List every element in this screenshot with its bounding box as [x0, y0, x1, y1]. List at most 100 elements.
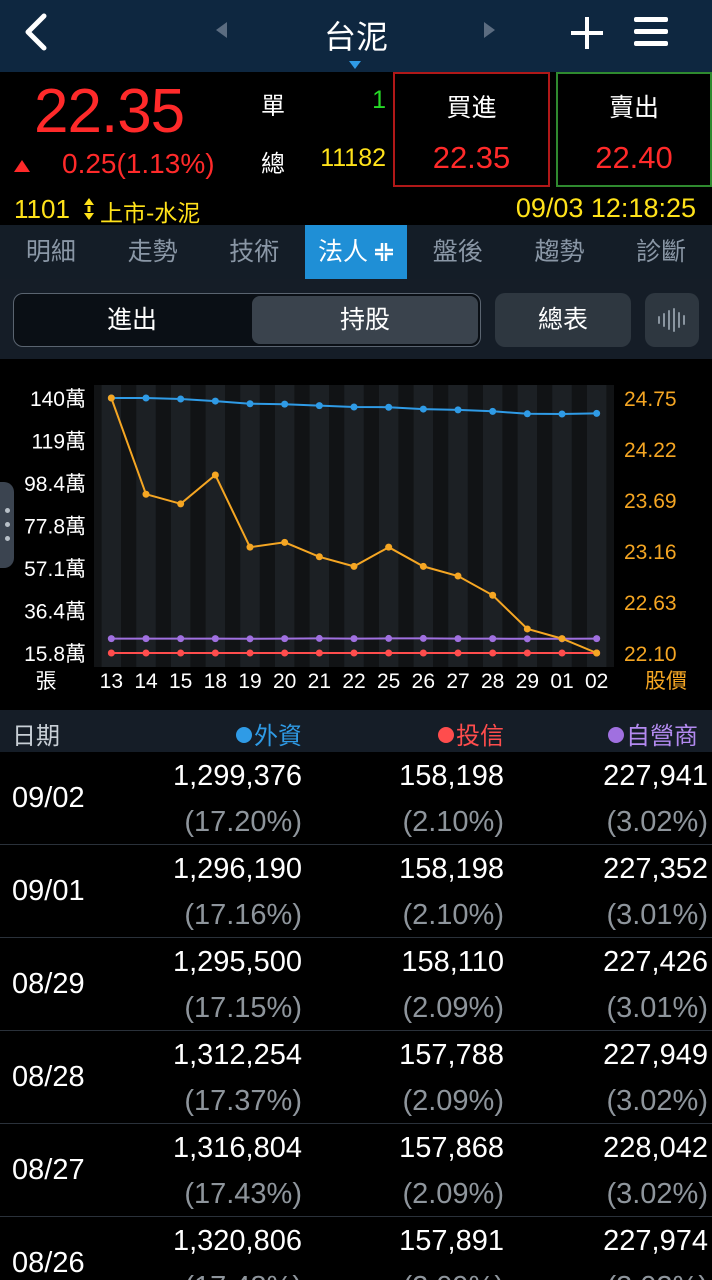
- header-foreign: 外資: [236, 716, 302, 751]
- foreign-data-point: [489, 407, 497, 415]
- title-dropdown-caret-icon[interactable]: [349, 61, 361, 69]
- foreign-shares: 1,320,806: [172, 1225, 302, 1257]
- trust-data-point: [177, 649, 185, 657]
- trust-data-point: [558, 649, 566, 657]
- right-axis-tick-label: 23.69: [624, 490, 677, 513]
- hamburger-menu-icon[interactable]: [632, 14, 670, 50]
- left-axis-tick-label: 77.8萬: [24, 516, 86, 539]
- dealer-data-point: [211, 635, 219, 643]
- buy-button[interactable]: 買進 22.35: [393, 72, 550, 187]
- price-data-point: [558, 635, 566, 643]
- holdings-chart-svg: 140萬 119萬 98.4萬 77.8萬 57.1萬 36.4萬 15.8萬張 24.75 2…: [24, 385, 687, 693]
- column-band: [552, 385, 572, 667]
- left-axis-tick-label: 57.1萬: [24, 558, 86, 581]
- total-volume-label: 總: [261, 150, 285, 178]
- header-dealer: 自營商: [608, 716, 698, 751]
- segment-holdings[interactable]: 持股: [252, 296, 478, 344]
- dealer-data-point: [523, 635, 531, 643]
- sell-button[interactable]: 賣出 22.40: [556, 72, 712, 187]
- summary-button[interactable]: 總表: [495, 293, 631, 347]
- back-chevron-icon[interactable]: [18, 10, 58, 54]
- next-stock-icon[interactable]: [484, 22, 495, 38]
- foreign-data-point: [350, 403, 358, 411]
- top-nav-bar: 台泥: [0, 0, 712, 72]
- price-data-point: [142, 490, 150, 498]
- table-row[interactable]: 09/01 1,296,190 (17.16%) 158,198 (2.10%)…: [0, 845, 712, 938]
- plus-icon[interactable]: [568, 14, 606, 52]
- price-data-point: [385, 543, 393, 551]
- dealer-pct: (3.02%): [606, 1178, 708, 1210]
- segment-in-out[interactable]: 進出: [16, 296, 248, 344]
- left-axis-tick-label: 119萬: [32, 431, 86, 454]
- tab-diagnosis[interactable]: 診斷: [610, 225, 712, 279]
- dealer-data-point: [142, 635, 150, 643]
- grid-icon[interactable]: [374, 242, 394, 262]
- table-row[interactable]: 09/02 1,299,376 (17.20%) 158,198 (2.10%)…: [0, 752, 712, 845]
- column-band: [517, 385, 538, 667]
- foreign-pct: (17.43%): [184, 1178, 302, 1210]
- prev-stock-icon[interactable]: [216, 22, 227, 38]
- side-drawer-handle[interactable]: [0, 482, 14, 568]
- column-band: [170, 385, 191, 667]
- trust-data-point: [142, 649, 150, 657]
- trust-pct: (2.09%): [402, 1085, 504, 1117]
- x-axis-tick-label: 19: [238, 670, 261, 693]
- trust-shares: 158,110: [401, 946, 504, 978]
- trust-data-point: [454, 649, 462, 657]
- tab-after-hours[interactable]: 盤後: [407, 225, 509, 279]
- left-axis-tick-label: 15.8萬: [24, 643, 86, 666]
- segment-bar: 進出 持股 總表: [0, 279, 712, 359]
- table-row[interactable]: 08/29 1,295,500 (17.15%) 158,110 (2.09%)…: [0, 938, 712, 1031]
- tab-institutional[interactable]: 法人: [305, 225, 407, 279]
- trust-data-point: [489, 649, 497, 657]
- total-volume-value: 11182: [320, 144, 386, 172]
- column-band: [136, 385, 156, 667]
- tab-technical[interactable]: 技術: [203, 225, 305, 279]
- table-row[interactable]: 08/26 1,320,806 (17.48%) 157,891 (2.09%)…: [0, 1217, 712, 1280]
- segmented-control: 進出 持股: [13, 293, 481, 347]
- row-date: 08/26: [12, 1247, 85, 1279]
- foreign-data-point: [419, 405, 427, 413]
- stock-title[interactable]: 台泥: [256, 12, 456, 58]
- bid-price: 22.35: [432, 140, 511, 175]
- column-band: [240, 385, 260, 667]
- column-band: [309, 385, 330, 667]
- foreign-data-point: [315, 402, 323, 410]
- trust-pct: (2.10%): [402, 806, 504, 838]
- price-data-point: [246, 543, 254, 551]
- table-header: 日期 外資 投信 自營商: [0, 710, 712, 752]
- market-category: 上市-水泥: [100, 201, 201, 227]
- table-row[interactable]: 08/28 1,312,254 (17.37%) 157,788 (2.09%)…: [0, 1031, 712, 1124]
- foreign-data-point: [523, 410, 531, 418]
- x-axis-tick-label: 15: [169, 670, 192, 693]
- tab-details[interactable]: 明細: [0, 225, 102, 279]
- dealer-data-point: [246, 635, 254, 643]
- trust-shares: 158,198: [399, 853, 504, 885]
- column-band: [205, 385, 226, 667]
- waveform-icon[interactable]: [645, 293, 699, 347]
- row-date: 09/02: [12, 782, 85, 814]
- table-row[interactable]: 08/27 1,316,804 (17.43%) 157,868 (2.09%)…: [0, 1124, 712, 1217]
- foreign-data-point: [142, 394, 150, 402]
- right-axis-label: 股價: [645, 669, 687, 693]
- price-data-point: [489, 591, 497, 599]
- tab-institutional-label: 法人: [318, 237, 369, 266]
- trust-data-point: [385, 649, 393, 657]
- column-band: [448, 385, 468, 667]
- row-date: 08/27: [12, 1154, 85, 1186]
- last-price: 22.35: [34, 77, 185, 146]
- right-axis-tick-label: 24.22: [624, 439, 677, 462]
- trust-shares: 158,198: [399, 760, 504, 792]
- foreign-shares: 1,316,804: [172, 1132, 302, 1164]
- tab-trends[interactable]: 趨勢: [509, 225, 611, 279]
- dealer-data-point: [419, 634, 427, 642]
- x-axis-tick-label: 22: [342, 670, 365, 693]
- x-axis-tick-label: 13: [100, 670, 123, 693]
- foreign-data-point: [246, 400, 254, 408]
- dealer-pct: (3.01%): [606, 992, 708, 1024]
- left-axis-tick-label: 98.4萬: [24, 473, 86, 496]
- price-change: 0.25(1.13%): [62, 148, 215, 179]
- tab-trend[interactable]: 走勢: [102, 225, 204, 279]
- right-axis-tick-label: 22.63: [624, 592, 677, 615]
- foreign-data-point: [558, 410, 566, 418]
